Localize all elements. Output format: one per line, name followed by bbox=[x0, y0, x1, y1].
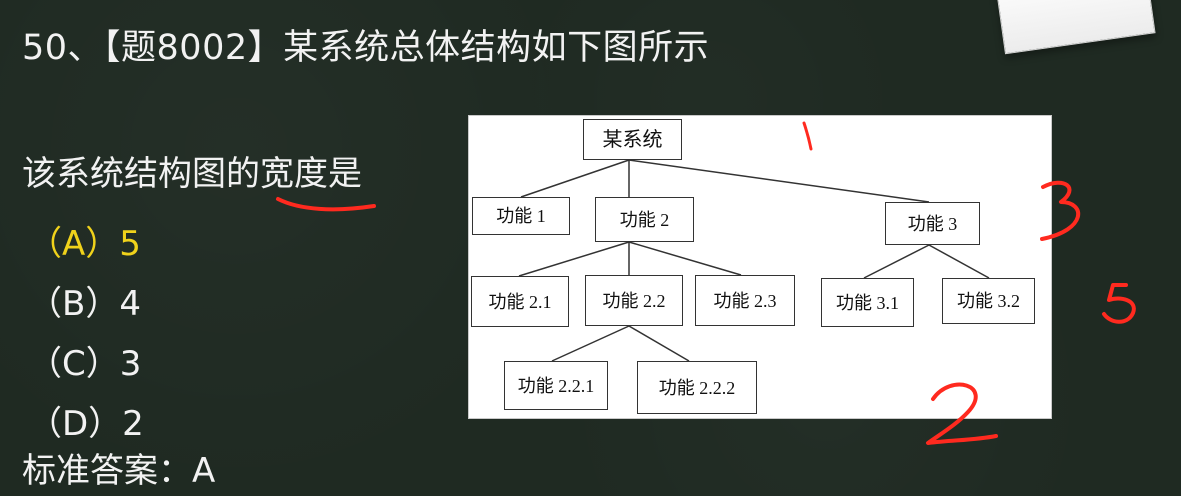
node-feature-3-1: 功能 3.1 bbox=[821, 278, 914, 327]
node-feature-3: 功能 3 bbox=[885, 202, 980, 245]
connector-root-to-feature-1 bbox=[520, 159, 630, 198]
standard-answer: 标准答案：A bbox=[22, 451, 216, 491]
question-text: 该系统结构图的宽度是 bbox=[22, 154, 362, 194]
option-c[interactable]: （C）3 bbox=[28, 334, 218, 394]
option-b[interactable]: （B）4 bbox=[28, 274, 218, 334]
connector-feature-3-to-3-1 bbox=[863, 244, 930, 279]
connector-feature-2-2-to-2-2-1 bbox=[551, 325, 630, 362]
connector-feature-2-to-2-3 bbox=[628, 241, 742, 276]
option-d[interactable]: （D）2 bbox=[28, 394, 218, 454]
node-some-system: 某系统 bbox=[583, 119, 682, 160]
option-a[interactable]: （A）5 bbox=[28, 214, 218, 274]
node-feature-2: 功能 2 bbox=[595, 197, 694, 242]
node-feature-2-2-2: 功能 2.2.2 bbox=[637, 361, 757, 414]
question-title: 50、【题8002】某系统总体结构如下图所示 bbox=[22, 28, 710, 68]
connector-feature-3-to-3-2 bbox=[928, 244, 990, 279]
node-feature-2-3: 功能 2.3 bbox=[695, 275, 795, 326]
sticky-note-icon bbox=[996, 0, 1156, 55]
connector-feature-2-to-2-1 bbox=[518, 241, 630, 277]
node-feature-1: 功能 1 bbox=[472, 197, 570, 235]
annotation-underline bbox=[276, 197, 376, 212]
node-feature-2-2-1: 功能 2.2.1 bbox=[504, 361, 608, 410]
node-feature-2-2: 功能 2.2 bbox=[585, 275, 683, 326]
node-feature-3-2: 功能 3.2 bbox=[942, 278, 1035, 324]
connector-root-to-feature-3 bbox=[628, 159, 930, 203]
system-structure-diagram: 某系统 功能 1 功能 2 功能 3 功能 2.1 功能 2.2 功能 2.3 … bbox=[468, 115, 1052, 419]
annotation-mark-level-5 bbox=[1102, 283, 1136, 324]
answer-options: （A）5 （B）4 （C）3 （D）2 bbox=[28, 214, 218, 454]
connector-feature-2-2-to-2-2-2 bbox=[628, 325, 690, 362]
node-feature-2-1: 功能 2.1 bbox=[471, 276, 569, 327]
